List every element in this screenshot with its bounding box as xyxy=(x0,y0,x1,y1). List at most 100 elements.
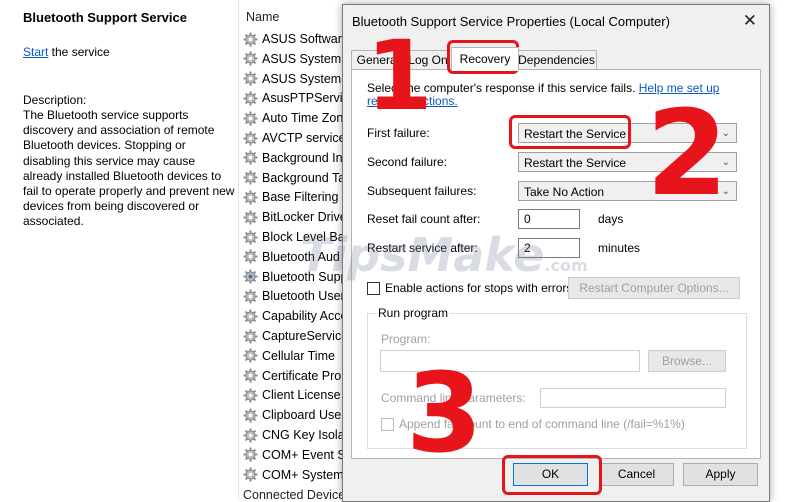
close-icon[interactable]: ✕ xyxy=(743,11,757,31)
restart-service-input[interactable]: 2 xyxy=(518,238,580,258)
start-service-link[interactable]: Start xyxy=(23,45,48,59)
service-row[interactable]: Clipboard User xyxy=(243,405,345,425)
service-name: Base Filtering E xyxy=(262,190,350,205)
service-name: Background Ta xyxy=(262,170,346,185)
dialog-title: Bluetooth Support Service Properties (Lo… xyxy=(352,14,670,29)
service-name: Block Level Bac xyxy=(262,230,350,244)
service-gear-icon xyxy=(243,289,258,304)
service-row[interactable]: ASUS System D xyxy=(243,69,350,89)
service-name: Capability Acce xyxy=(262,309,348,324)
tab-log-on[interactable]: Log On xyxy=(402,50,454,70)
restart-service-label: Restart service after: xyxy=(367,241,478,255)
enable-actions-checkbox[interactable] xyxy=(367,281,380,295)
description-heading: Description: xyxy=(23,93,87,107)
service-row[interactable]: BitLocker Drive xyxy=(243,207,347,227)
service-row[interactable]: CNG Key Isolat xyxy=(243,425,348,445)
ok-button[interactable]: OK xyxy=(513,463,588,486)
service-row[interactable]: COM+ Event S xyxy=(243,445,346,465)
service-name: Cellular Time xyxy=(262,348,335,363)
service-row[interactable]: AsusPTPService xyxy=(243,88,350,108)
service-row[interactable]: COM+ System xyxy=(243,465,344,485)
restart-computer-options-button[interactable]: Restart Computer Options... xyxy=(568,277,740,299)
properties-dialog: Bluetooth Support Service Properties (Lo… xyxy=(342,4,770,502)
service-gear-icon xyxy=(243,467,258,482)
tab-general[interactable]: General xyxy=(351,50,405,70)
command-line-label: Command line parameters: xyxy=(381,391,526,405)
instruction-label: Select the computer's response if this s… xyxy=(367,81,639,95)
service-row[interactable]: Bluetooth Supp xyxy=(243,267,348,287)
enable-actions-row[interactable]: Enable actions for stops with errors. xyxy=(367,281,576,295)
service-row[interactable]: Base Filtering E xyxy=(243,187,350,207)
cancel-button[interactable]: Cancel xyxy=(599,463,674,486)
chevron-down-icon: ⌄ xyxy=(721,186,730,197)
service-gear-icon xyxy=(243,130,258,146)
first-failure-select[interactable]: Restart the Service ⌄ xyxy=(518,123,737,143)
tab-dependencies[interactable]: Dependencies xyxy=(516,50,597,70)
service-row[interactable]: Cellular Time xyxy=(243,346,335,366)
subsequent-failures-select[interactable]: Take No Action ⌄ xyxy=(518,181,737,201)
chevron-down-icon: ⌄ xyxy=(721,157,730,168)
program-input[interactable] xyxy=(380,350,640,372)
reset-unit-label: days xyxy=(598,212,624,226)
enable-actions-label: Enable actions for stops with errors. xyxy=(385,281,576,295)
service-gear-icon xyxy=(243,111,258,126)
apply-button[interactable]: Apply xyxy=(683,463,758,486)
service-row[interactable]: Block Level Bac xyxy=(243,227,350,247)
service-row[interactable]: Bluetooth User xyxy=(243,286,345,306)
service-row[interactable]: Certificate Prop xyxy=(243,366,348,386)
service-row[interactable]: Background Ta xyxy=(243,168,345,188)
program-label: Program: xyxy=(381,332,431,346)
recovery-panel: Select the computer's response if this s… xyxy=(351,69,761,459)
service-gear-icon xyxy=(243,328,258,344)
services-list: Name ASUS Software ASUS System A ASUS Syst… xyxy=(240,0,350,500)
pane-divider xyxy=(238,0,239,500)
subsequent-failures-value: Take No Action xyxy=(524,185,605,199)
service-name: Background In xyxy=(262,150,343,165)
service-name: AsusPTPService xyxy=(262,91,350,106)
append-fail-count-checkbox[interactable] xyxy=(381,417,394,431)
service-name: COM+ Event S xyxy=(262,447,346,462)
service-gear-icon xyxy=(243,368,258,383)
service-name: Auto Time Zon xyxy=(262,111,344,126)
service-name: ASUS Software xyxy=(262,32,349,46)
service-gear-icon xyxy=(243,388,258,403)
name-column-header[interactable]: Name xyxy=(246,10,279,24)
command-line-input[interactable] xyxy=(540,388,726,408)
service-gear-icon xyxy=(243,190,258,205)
reset-fail-count-input[interactable]: 0 xyxy=(518,209,580,229)
service-row[interactable]: CaptureService xyxy=(243,326,348,346)
service-gear-icon xyxy=(243,210,258,225)
service-name: Bluetooth Aud xyxy=(262,249,340,264)
service-gear-icon xyxy=(243,348,258,363)
append-fail-count-row[interactable]: Append fail count to end of command line… xyxy=(381,417,685,431)
service-row[interactable]: Bluetooth Aud xyxy=(243,247,340,267)
service-gear-icon xyxy=(243,71,258,86)
service-gear-icon xyxy=(243,229,258,245)
second-failure-select[interactable]: Restart the Service ⌄ xyxy=(518,152,737,172)
service-row[interactable]: Background In xyxy=(243,148,343,168)
service-gear-icon xyxy=(243,91,258,106)
service-row[interactable]: Client License S xyxy=(243,385,350,405)
browse-button[interactable]: Browse... xyxy=(648,350,726,372)
service-row[interactable]: AVCTP service xyxy=(243,128,346,148)
first-failure-label: First failure: xyxy=(367,126,430,140)
service-gear-icon xyxy=(243,269,258,284)
service-title: Bluetooth Support Service xyxy=(23,10,187,25)
service-gear-icon xyxy=(243,51,258,66)
tab-recovery[interactable]: Recovery xyxy=(451,47,519,71)
service-row[interactable]: Auto Time Zon xyxy=(243,108,343,128)
service-row[interactable]: ASUS System A xyxy=(243,49,350,69)
service-name: Clipboard User xyxy=(262,408,346,423)
reset-fail-count-label: Reset fail count after: xyxy=(367,212,481,226)
service-name: COM+ System xyxy=(262,467,344,482)
service-gear-icon xyxy=(243,427,258,443)
second-failure-value: Restart the Service xyxy=(524,156,627,170)
service-name: Bluetooth Supp xyxy=(262,269,348,284)
service-row[interactable]: ASUS Software xyxy=(243,29,349,49)
service-name: ASUS System A xyxy=(262,51,350,66)
service-row[interactable]: Capability Acce xyxy=(243,306,347,326)
service-name: CaptureService xyxy=(262,329,349,343)
service-gear-icon xyxy=(243,249,258,264)
description-text: The Bluetooth service supports discovery… xyxy=(23,108,235,229)
service-name: CNG Key Isolat xyxy=(262,428,349,442)
